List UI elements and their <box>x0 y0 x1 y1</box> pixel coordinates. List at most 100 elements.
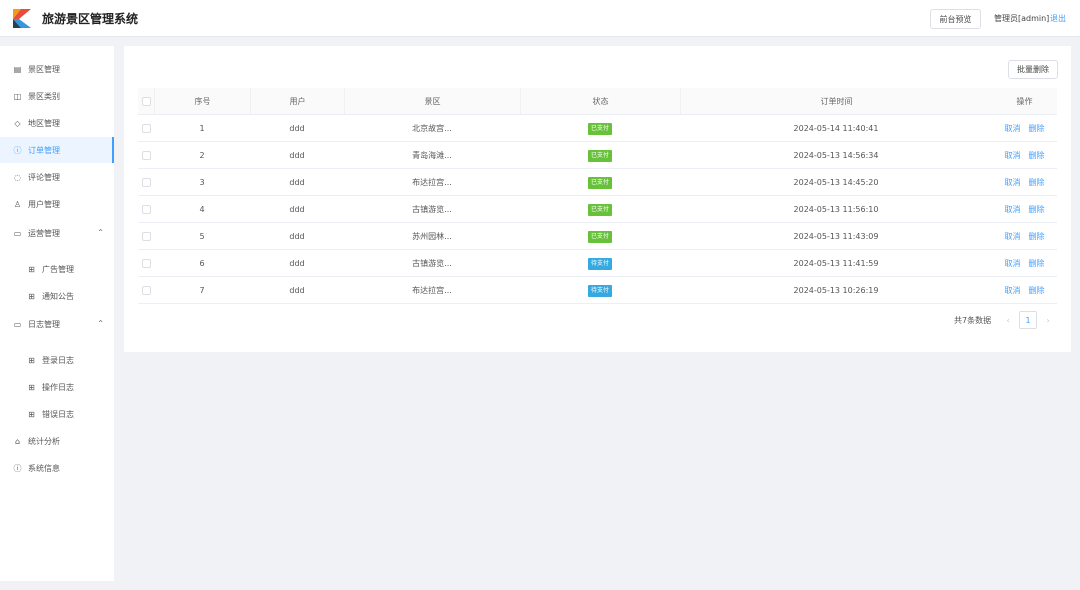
row-user: ddd <box>289 259 305 268</box>
row-checkbox[interactable] <box>141 151 151 160</box>
row-spot: 布达拉宫... <box>412 178 452 187</box>
folder-icon: ▭ <box>13 319 22 329</box>
sidebar-item-ads[interactable]: ⊞ 广告管理 <box>0 256 114 282</box>
row-checkbox[interactable] <box>141 259 151 268</box>
row-seq: 7 <box>199 286 205 295</box>
cancel-order-link[interactable]: 取消 <box>1005 123 1021 134</box>
row-time: 2024-05-13 11:43:09 <box>793 232 879 241</box>
cancel-order-link[interactable]: 取消 <box>1005 285 1021 296</box>
next-page-button[interactable]: › <box>1039 311 1057 329</box>
sidebar-item-notices[interactable]: ⊞ 通知公告 <box>0 283 114 309</box>
delete-order-link[interactable]: 删除 <box>1029 150 1045 161</box>
sidebar-item-operation-log[interactable]: ⊞ 操作日志 <box>0 374 114 400</box>
row-seq: 5 <box>199 232 205 241</box>
row-time: 2024-05-13 11:41:59 <box>793 259 879 268</box>
row-seq: 6 <box>199 259 205 268</box>
sidebar-item-label: 景区类别 <box>28 91 60 101</box>
info-icon: ⓘ <box>13 463 22 473</box>
table-row: 6 ddd 古镇游览... 待支付 2024-05-13 11:41:59 取消… <box>138 250 1057 277</box>
cancel-order-link[interactable]: 取消 <box>1005 204 1021 215</box>
prev-page-button[interactable]: ‹ <box>999 311 1017 329</box>
app-logo-icon <box>13 9 31 28</box>
sidebar-item-scenic[interactable]: ▤ 景区管理 <box>0 56 114 82</box>
sidebar-item-label: 错误日志 <box>42 409 74 419</box>
status-badge: 已支付 <box>587 203 612 216</box>
row-checkbox[interactable] <box>141 178 151 187</box>
cancel-order-link[interactable]: 取消 <box>1005 231 1021 242</box>
row-time: 2024-05-13 10:26:19 <box>793 286 879 295</box>
column-header-time: 订单时间 <box>680 88 992 115</box>
sidebar-item-error-log[interactable]: ⊞ 错误日志 <box>0 401 114 427</box>
row-seq: 1 <box>199 124 205 133</box>
sidebar-item-region[interactable]: ◇ 地区管理 <box>0 110 114 136</box>
column-header-spot: 景区 <box>344 88 520 115</box>
grid-icon: ⊞ <box>28 264 35 274</box>
tag-icon: ◇ <box>14 118 21 128</box>
logout-link[interactable]: 退出 <box>1050 13 1066 24</box>
row-seq: 3 <box>199 178 205 187</box>
cancel-order-link[interactable]: 取消 <box>1005 150 1021 161</box>
delete-order-link[interactable]: 删除 <box>1029 177 1045 188</box>
delete-order-link[interactable]: 删除 <box>1029 204 1045 215</box>
top-header: 旅游景区管理系统 前台预览 管理员[admin] 退出 <box>0 0 1080 37</box>
page-number-button[interactable]: 1 <box>1019 311 1038 329</box>
row-spot: 苏州园林... <box>412 232 452 241</box>
row-time: 2024-05-13 14:45:20 <box>793 178 879 187</box>
sidebar-item-label: 系统信息 <box>28 463 60 473</box>
row-user: ddd <box>289 205 305 214</box>
row-spot: 青岛海滩... <box>412 151 452 160</box>
user-icon: ♙ <box>13 199 22 209</box>
total-count: 共7条数据 <box>954 315 992 325</box>
row-checkbox[interactable] <box>141 124 151 133</box>
column-header-ops: 操作 <box>1016 97 1033 106</box>
delete-order-link[interactable]: 删除 <box>1029 285 1045 296</box>
sidebar-item-label: 通知公告 <box>42 291 74 301</box>
sidebar-item-label: 地区管理 <box>28 118 60 128</box>
column-header-user: 用户 <box>250 88 344 115</box>
delete-order-link[interactable]: 删除 <box>1029 258 1045 269</box>
frontend-preview-button[interactable]: 前台预览 <box>930 9 981 29</box>
sidebar-item-users[interactable]: ♙ 用户管理 <box>0 191 114 217</box>
table-row: 4 ddd 古镇游览... 已支付 2024-05-13 11:56:10 取消… <box>138 196 1057 223</box>
pagination: 共7条数据 ‹ 1 › <box>954 311 1059 329</box>
row-spot: 布达拉宫... <box>412 286 452 295</box>
sidebar-item-label: 广告管理 <box>42 264 74 274</box>
sidebar: ▤ 景区管理 ◫ 景区类别 ◇ 地区管理 ⓘ 订单管理 ◌ 评论管理 ♙ 用户管… <box>0 46 114 581</box>
row-checkbox[interactable] <box>141 232 151 241</box>
sidebar-item-login-log[interactable]: ⊞ 登录日志 <box>0 347 114 373</box>
row-checkbox[interactable] <box>141 205 151 214</box>
delete-order-link[interactable]: 删除 <box>1029 123 1045 134</box>
sidebar-item-label: 订单管理 <box>28 145 60 155</box>
sidebar-item-label: 操作日志 <box>42 382 74 392</box>
sidebar-item-category[interactable]: ◫ 景区类别 <box>0 83 114 109</box>
row-checkbox[interactable] <box>141 286 151 295</box>
sidebar-item-system-info[interactable]: ⓘ 系统信息 <box>0 455 114 481</box>
status-badge: 已支付 <box>587 122 612 135</box>
sidebar-item-statistics[interactable]: ⌂ 统计分析 <box>0 428 114 454</box>
cancel-order-link[interactable]: 取消 <box>1005 258 1021 269</box>
document-icon: ▤ <box>13 64 22 74</box>
row-spot: 北京故宫... <box>412 124 452 133</box>
sidebar-item-label: 统计分析 <box>28 436 60 446</box>
row-time: 2024-05-14 11:40:41 <box>793 124 879 133</box>
select-all-checkbox[interactable] <box>141 97 151 106</box>
chevron-up-icon: ⌃ <box>97 228 104 237</box>
folder-icon: ▭ <box>13 228 22 238</box>
row-spot: 古镇游览... <box>412 259 452 268</box>
cancel-order-link[interactable]: 取消 <box>1005 177 1021 188</box>
batch-delete-button[interactable]: 批量删除 <box>1008 60 1058 79</box>
sidebar-group-logs[interactable]: ▭ 日志管理 ⌃ <box>0 311 114 337</box>
grid-icon: ⊞ <box>28 355 35 365</box>
sidebar-item-comments[interactable]: ◌ 评论管理 <box>0 164 114 190</box>
book-icon: ◫ <box>13 91 22 101</box>
delete-order-link[interactable]: 删除 <box>1029 231 1045 242</box>
sidebar-item-orders[interactable]: ⓘ 订单管理 <box>0 137 114 163</box>
grid-icon: ⊞ <box>28 382 35 392</box>
status-badge: 待支付 <box>587 284 612 297</box>
sidebar-group-operations[interactable]: ▭ 运营管理 ⌃ <box>0 220 114 246</box>
table-row: 5 ddd 苏州园林... 已支付 2024-05-13 11:43:09 取消… <box>138 223 1057 250</box>
row-user: ddd <box>289 178 305 187</box>
row-user: ddd <box>289 232 305 241</box>
home-icon: ⌂ <box>14 436 21 446</box>
sidebar-item-label: 评论管理 <box>28 172 60 182</box>
